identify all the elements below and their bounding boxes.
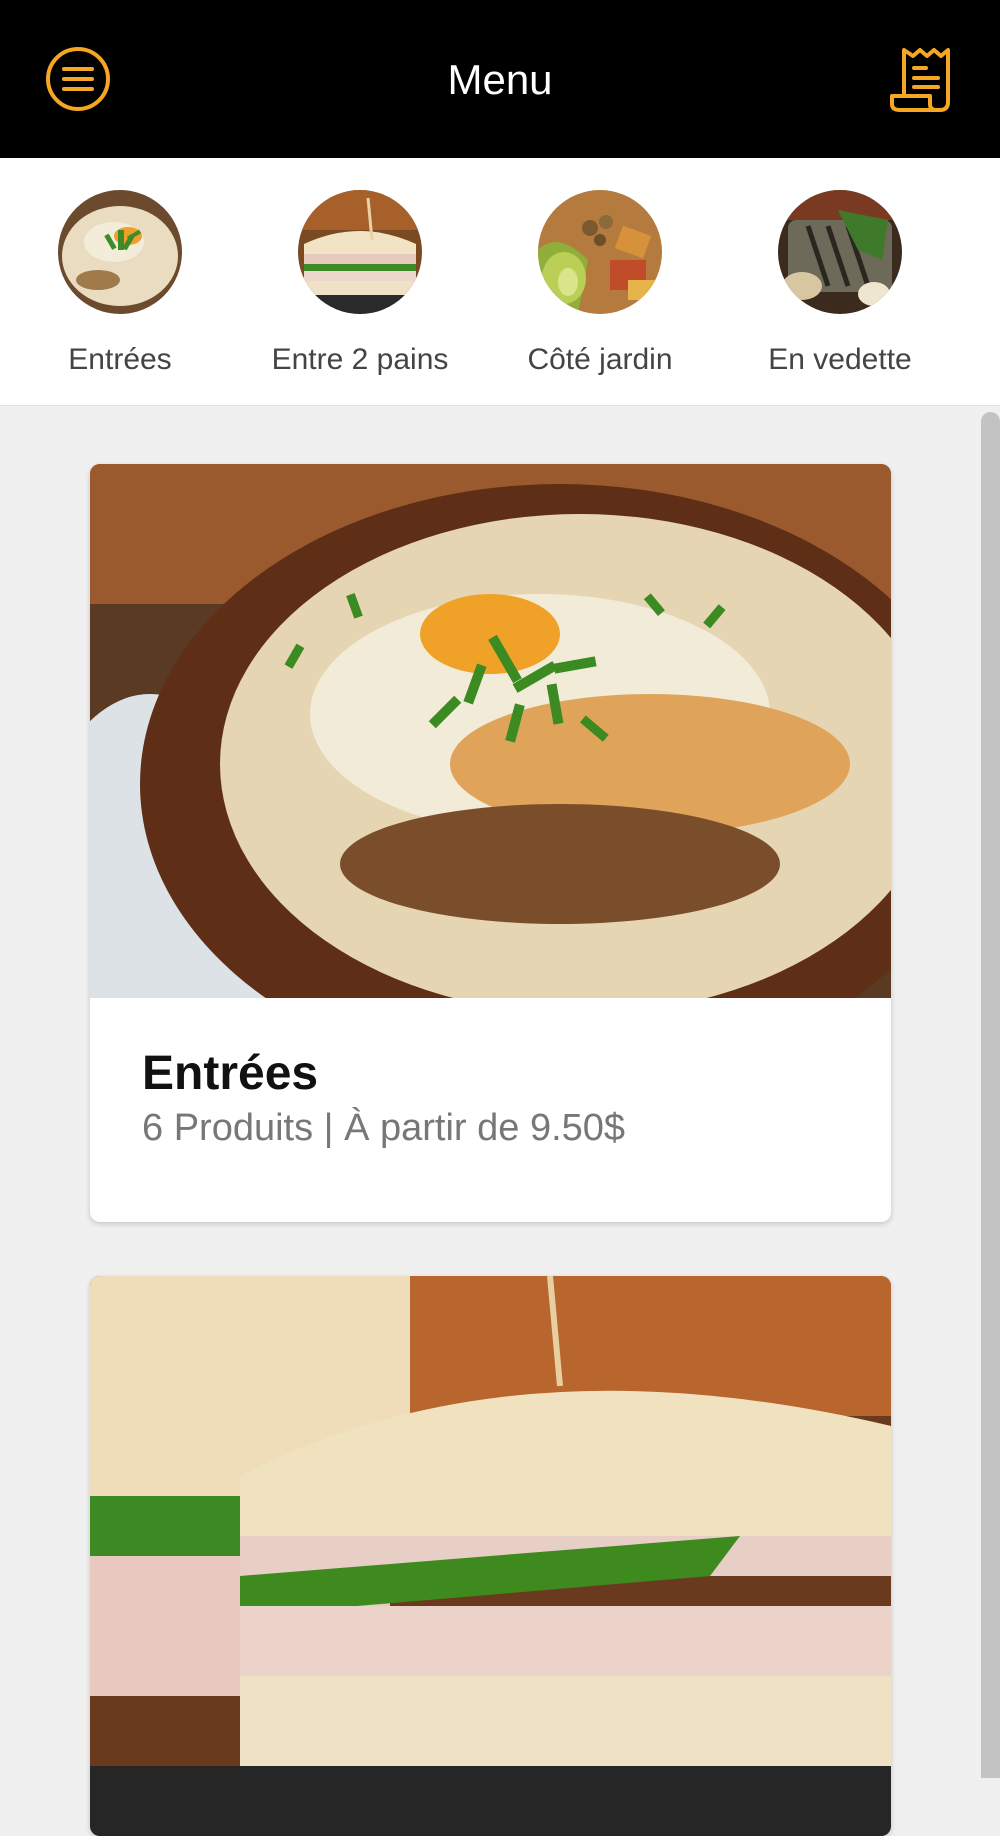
category-card-entre-2-pains[interactable] <box>90 1276 891 1836</box>
category-entre-2-pains[interactable]: Entre 2 pains <box>240 190 480 390</box>
category-en-vedette[interactable]: En vedette <box>720 190 960 390</box>
card-body: Entrées 6 Produits | À partir de 9.50$ <box>142 1044 625 1152</box>
page-title: Menu <box>447 56 553 103</box>
receipt-icon <box>890 48 950 112</box>
category-label: Côté jardin <box>527 343 673 376</box>
gratin-dish-photo <box>58 190 182 314</box>
card-subtitle: 6 Produits | À partir de 9.50$ <box>142 1107 626 1149</box>
category-label: En vedette <box>768 343 912 376</box>
gratin-dish-photo <box>90 464 891 998</box>
grilled-dish-photo <box>778 190 902 314</box>
category-card-entrees[interactable]: Entrées 6 Produits | À partir de 9.50$ <box>90 464 891 1222</box>
category-cote-jardin[interactable]: Côté jardin <box>480 190 720 390</box>
salad-bowl-photo <box>538 190 662 314</box>
app-header: Menu <box>0 0 1000 158</box>
category-strip: Entrées Entre 2 pains Côté jardin En ved… <box>0 158 1000 406</box>
category-label: Entre 2 pains <box>271 343 449 376</box>
category-label: Entrées <box>68 343 172 376</box>
sandwich-photo <box>298 190 422 314</box>
sandwich-photo <box>90 1276 891 1836</box>
card-title: Entrées <box>142 1047 319 1100</box>
category-entrees[interactable]: Entrées <box>0 190 240 390</box>
scrollbar-thumb[interactable] <box>981 412 1000 1778</box>
orders-button[interactable] <box>884 44 956 116</box>
